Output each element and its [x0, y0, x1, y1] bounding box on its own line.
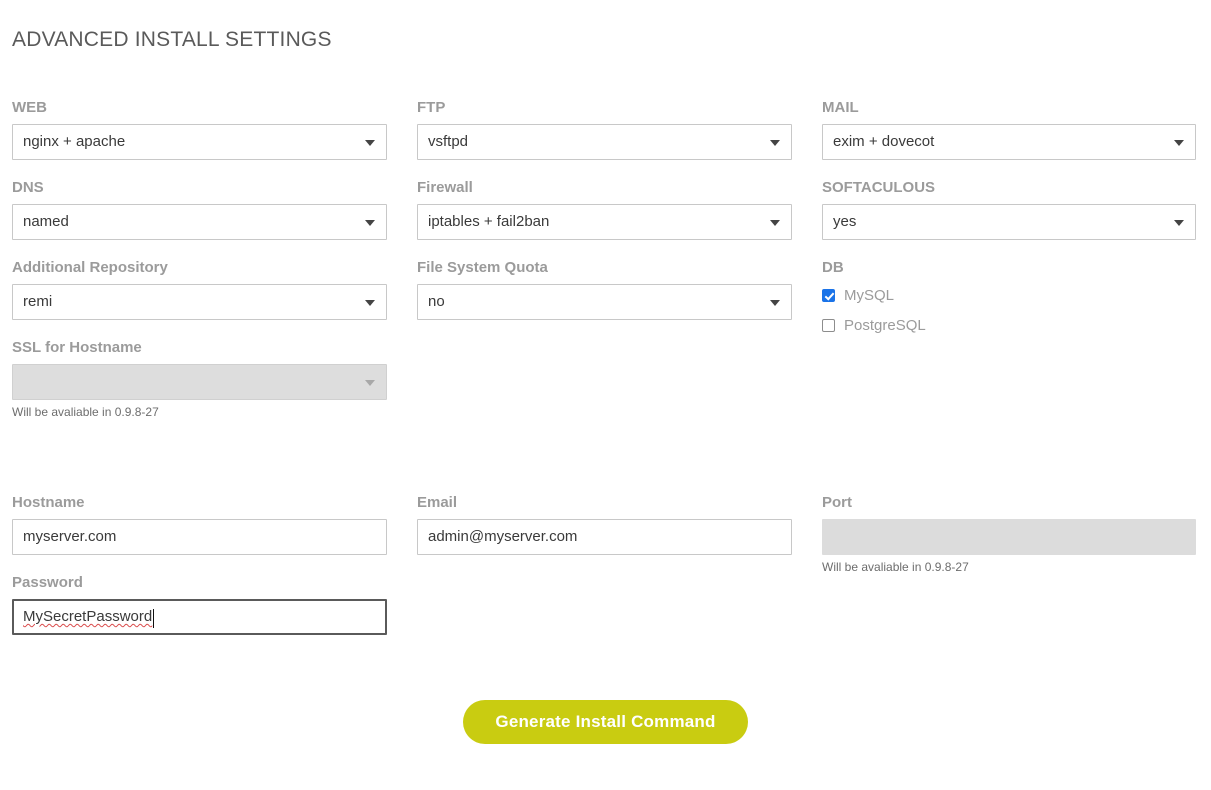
input-hostname-value: myserver.com: [23, 528, 117, 545]
chevron-down-icon: [365, 300, 375, 306]
field-web: WEB nginx + apache: [12, 98, 387, 160]
checkbox-label-mysql: MySQL: [844, 286, 895, 304]
checkbox-label-postgresql: PostgreSQL: [844, 316, 926, 334]
field-label-db: DB: [822, 259, 844, 276]
generate-install-command-button[interactable]: Generate Install Command: [463, 700, 748, 744]
field-file-system-quota: File System Quota no: [417, 258, 792, 320]
chevron-down-icon: [1174, 220, 1184, 226]
select-softaculous-value: yes: [833, 213, 857, 230]
input-email-value: admin@myserver.com: [428, 528, 578, 545]
settings-column-middle: FTP vsftpd Firewall iptables + fail2ban …: [417, 98, 792, 338]
input-password[interactable]: MySecretPassword: [12, 599, 387, 635]
field-label-firewall: Firewall: [417, 179, 473, 196]
select-web-value: nginx + apache: [23, 133, 126, 150]
advanced-install-settings-page: ADVANCED INSTALL SETTINGS WEB nginx + ap…: [0, 0, 1211, 790]
field-label-dns: DNS: [12, 179, 44, 196]
field-softaculous: SOFTACULOUS yes: [822, 178, 1196, 240]
select-firewall-value: iptables + fail2ban: [428, 213, 550, 230]
field-ftp: FTP vsftpd: [417, 98, 792, 160]
input-password-value: MySecretPassword: [23, 608, 153, 625]
checkbox-row-mysql[interactable]: MySQL: [822, 284, 1196, 306]
field-label-ssl-for-hostname: SSL for Hostname: [12, 339, 142, 356]
field-label-ftp: FTP: [417, 99, 446, 116]
select-ssl-for-hostname: [12, 364, 387, 400]
select-dns[interactable]: named: [12, 204, 387, 240]
hint-ssl-for-hostname: Will be avaliable in 0.9.8-27: [12, 405, 159, 419]
settings-column-right: MAIL exim + dovecot SOFTACULOUS yes DB M…: [822, 98, 1196, 354]
checkbox-row-postgresql[interactable]: PostgreSQL: [822, 314, 1196, 336]
hint-port: Will be avaliable in 0.9.8-27: [822, 560, 969, 574]
field-label-password: Password: [12, 574, 83, 591]
field-firewall: Firewall iptables + fail2ban: [417, 178, 792, 240]
field-dns: DNS named: [12, 178, 387, 240]
chevron-down-icon: [770, 300, 780, 306]
submit-section: Generate Install Command: [0, 700, 1211, 744]
field-label-file-system-quota: File System Quota: [417, 259, 548, 276]
select-ftp[interactable]: vsftpd: [417, 124, 792, 160]
input-hostname[interactable]: myserver.com: [12, 519, 387, 555]
credentials-column-left: Hostname myserver.com Password MySecretP…: [12, 493, 387, 653]
select-additional-repository[interactable]: remi: [12, 284, 387, 320]
field-label-email: Email: [417, 494, 458, 511]
field-password: Password MySecretPassword: [12, 573, 387, 635]
select-web[interactable]: nginx + apache: [12, 124, 387, 160]
credentials-column-right: Port Will be avaliable in 0.9.8-27: [822, 493, 1196, 593]
select-softaculous[interactable]: yes: [822, 204, 1196, 240]
checkbox-postgresql[interactable]: [822, 318, 835, 332]
field-label-port: Port: [822, 494, 852, 511]
field-additional-repository: Additional Repository remi: [12, 258, 387, 320]
page-title: ADVANCED INSTALL SETTINGS: [12, 28, 332, 52]
field-label-hostname: Hostname: [12, 494, 85, 511]
field-label-additional-repository: Additional Repository: [12, 259, 168, 276]
select-dns-value: named: [23, 213, 69, 230]
text-caret: [153, 608, 155, 628]
field-ssl-for-hostname: SSL for Hostname Will be avaliable in 0.…: [12, 338, 387, 420]
select-mail[interactable]: exim + dovecot: [822, 124, 1196, 160]
credentials-column-middle: Email admin@myserver.com: [417, 493, 792, 573]
field-email: Email admin@myserver.com: [417, 493, 792, 555]
chevron-down-icon: [365, 380, 375, 386]
field-label-web: WEB: [12, 99, 47, 116]
select-firewall[interactable]: iptables + fail2ban: [417, 204, 792, 240]
chevron-down-icon: [365, 140, 375, 146]
field-label-softaculous: SOFTACULOUS: [822, 179, 936, 196]
field-db: DB MySQL PostgreSQL: [822, 258, 1196, 336]
settings-column-left: WEB nginx + apache DNS named Additional …: [12, 98, 387, 438]
field-hostname: Hostname myserver.com: [12, 493, 387, 555]
field-mail: MAIL exim + dovecot: [822, 98, 1196, 160]
select-ftp-value: vsftpd: [428, 133, 469, 150]
checkbox-mysql[interactable]: [822, 288, 835, 302]
chevron-down-icon: [365, 220, 375, 226]
field-label-mail: MAIL: [822, 99, 859, 116]
select-file-system-quota[interactable]: no: [417, 284, 792, 320]
input-port: [822, 519, 1196, 555]
select-file-system-quota-value: no: [428, 293, 445, 310]
select-mail-value: exim + dovecot: [833, 133, 935, 150]
select-additional-repository-value: remi: [23, 293, 53, 310]
input-email[interactable]: admin@myserver.com: [417, 519, 792, 555]
chevron-down-icon: [770, 220, 780, 226]
field-port: Port Will be avaliable in 0.9.8-27: [822, 493, 1196, 575]
chevron-down-icon: [1174, 140, 1184, 146]
chevron-down-icon: [770, 140, 780, 146]
